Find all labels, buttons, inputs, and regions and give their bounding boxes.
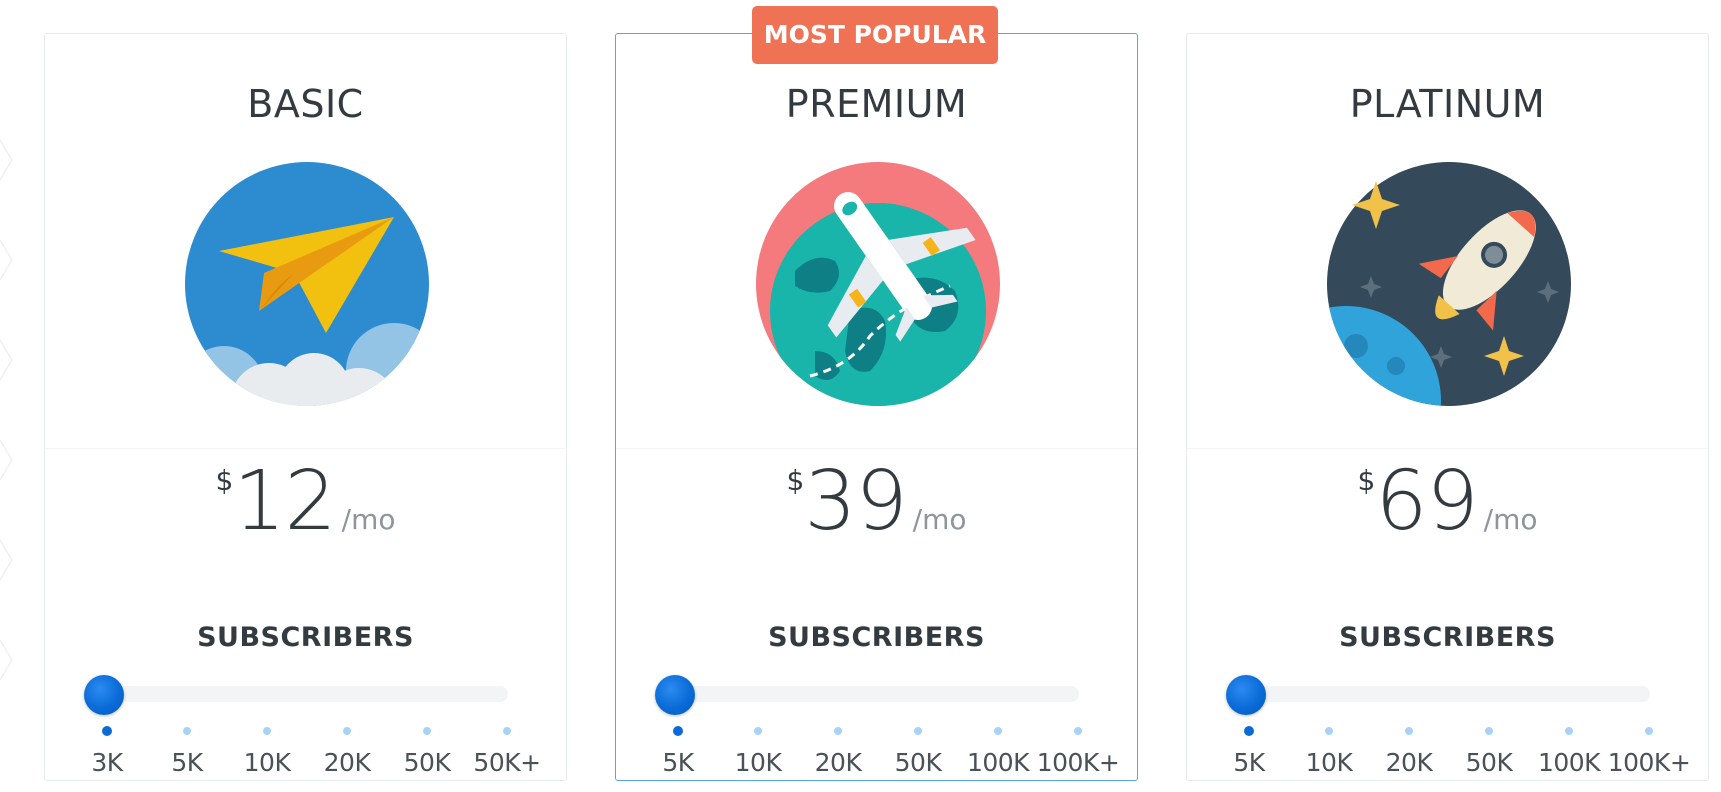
slider-tick-label[interactable]: 5K	[633, 748, 723, 777]
slider-tick-label[interactable]: 10K	[1284, 748, 1374, 777]
price-currency: $	[786, 464, 805, 497]
slider-tick-dot[interactable]	[183, 727, 191, 735]
price-amount: 69	[1375, 454, 1478, 549]
slider-tick-label[interactable]: 50K	[382, 748, 472, 777]
slider-tick-dot[interactable]	[343, 727, 351, 735]
slider-tick-dot[interactable]	[423, 727, 431, 735]
slider-tick-dot[interactable]	[994, 727, 1002, 735]
rocket-icon	[1327, 162, 1571, 406]
paper-plane-icon	[185, 162, 429, 406]
price-currency: $	[215, 464, 234, 497]
decorative-edge-pattern	[0, 139, 13, 681]
card-divider	[1187, 448, 1708, 449]
slider-tick-label[interactable]: 20K	[1364, 748, 1454, 777]
slider-tick-label[interactable]: 50K	[873, 748, 963, 777]
price-amount: 39	[804, 454, 907, 549]
subscribers-slider-handle[interactable]	[1226, 675, 1266, 715]
subscribers-slider-handle[interactable]	[84, 675, 124, 715]
plan-name: BASIC	[247, 82, 364, 126]
subscribers-label: SUBSCRIBERS	[768, 622, 985, 653]
slider-tick-dot[interactable]	[754, 727, 762, 735]
price-period: /mo	[1483, 503, 1538, 536]
price-period: /mo	[341, 503, 396, 536]
subscribers-slider-track[interactable]	[104, 686, 508, 702]
plan-card-platinum[interactable]: PLATINUM $69/mo SUBSCRIBERS 5K 10K 20K 5…	[1186, 33, 1709, 781]
price-amount: 12	[233, 454, 336, 549]
slider-ticks	[1187, 726, 1710, 739]
airplane-globe-icon	[756, 162, 1000, 406]
slider-tick-label[interactable]: 100K	[953, 748, 1043, 777]
slider-tick-label[interactable]: 100K+	[1604, 748, 1694, 777]
slider-tick-dot[interactable]	[263, 727, 271, 735]
slider-tick-label[interactable]: 10K	[713, 748, 803, 777]
subscribers-slider-handle[interactable]	[655, 675, 695, 715]
price: $12/mo	[45, 454, 566, 549]
plan-name: PREMIUM	[785, 82, 968, 126]
plan-card-basic[interactable]: BASIC $12/mo SUBSCRIBERS 3K 5K 10K 20K 5…	[44, 33, 567, 781]
slider-tick-label[interactable]: 3K	[62, 748, 152, 777]
subscribers-slider-track[interactable]	[1246, 686, 1650, 702]
subscribers-label: SUBSCRIBERS	[1339, 622, 1556, 653]
slider-tick-label[interactable]: 20K	[302, 748, 392, 777]
pricing-page: MOST POPULAR BASIC $12/mo SUBSCRIBERS 3K…	[0, 0, 1721, 792]
plan-card-premium[interactable]: PREMIUM $39/mo SUBSCRIBERS 5K 10K 20K 50…	[615, 33, 1138, 781]
card-divider	[45, 448, 566, 449]
slider-ticks	[45, 726, 568, 739]
slider-tick-dot[interactable]	[1485, 727, 1493, 735]
slider-tick-dot[interactable]	[102, 726, 112, 736]
subscribers-label: SUBSCRIBERS	[197, 622, 414, 653]
slider-tick-dot[interactable]	[1074, 727, 1082, 735]
slider-tick-label[interactable]: 5K	[142, 748, 232, 777]
price: $69/mo	[1187, 454, 1708, 549]
plan-name: PLATINUM	[1349, 82, 1546, 126]
slider-tick-dot[interactable]	[1405, 727, 1413, 735]
slider-tick-label[interactable]: 10K	[222, 748, 312, 777]
slider-tick-dot[interactable]	[673, 726, 683, 736]
slider-tick-dot[interactable]	[1325, 727, 1333, 735]
slider-tick-dot[interactable]	[1645, 727, 1653, 735]
price: $39/mo	[616, 454, 1137, 549]
slider-tick-dot[interactable]	[1244, 726, 1254, 736]
card-divider	[616, 448, 1137, 449]
slider-tick-label[interactable]: 100K+	[1033, 748, 1123, 777]
slider-tick-dot[interactable]	[914, 727, 922, 735]
slider-tick-label[interactable]: 50K	[1444, 748, 1534, 777]
slider-tick-dot[interactable]	[503, 727, 511, 735]
price-period: /mo	[912, 503, 967, 536]
price-currency: $	[1357, 464, 1376, 497]
slider-tick-dot[interactable]	[1565, 727, 1573, 735]
slider-tick-label[interactable]: 5K	[1204, 748, 1294, 777]
subscribers-slider-track[interactable]	[675, 686, 1079, 702]
most-popular-badge: MOST POPULAR	[752, 6, 998, 64]
slider-tick-dot[interactable]	[834, 727, 842, 735]
slider-tick-label[interactable]: 20K	[793, 748, 883, 777]
slider-tick-label[interactable]: 50K+	[462, 748, 552, 777]
slider-ticks	[616, 726, 1139, 739]
slider-tick-label[interactable]: 100K	[1524, 748, 1614, 777]
